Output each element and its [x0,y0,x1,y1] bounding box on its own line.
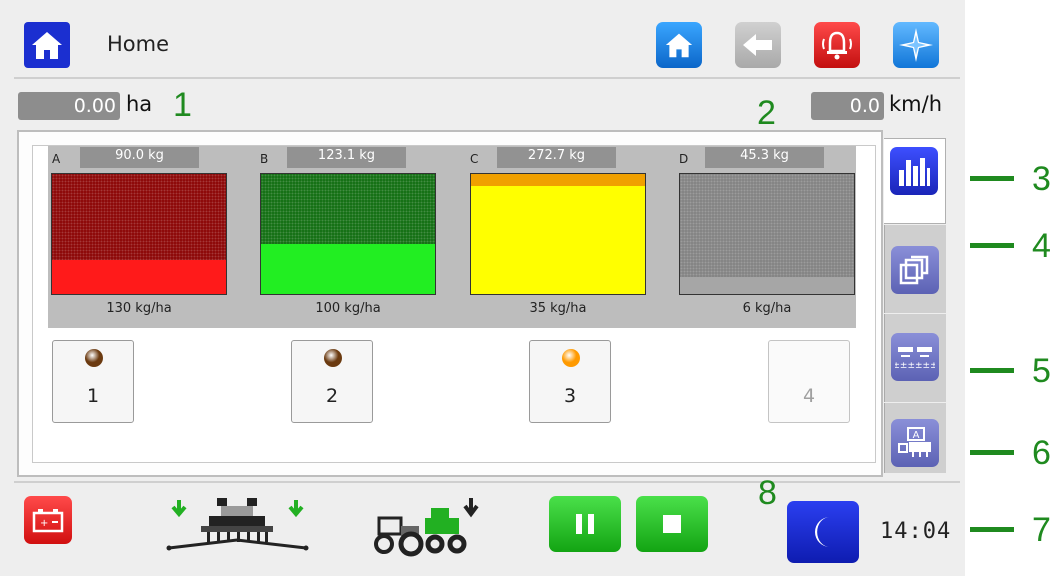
page-title: Home [107,32,170,56]
annotation-line-4 [970,243,1014,248]
copy-pages-tile [891,246,939,294]
annotation-1: 1 [173,86,192,124]
section-button-2[interactable]: 2 [291,340,373,423]
speed-value: 0.0 [811,92,884,120]
tank-rate: 100 kg/ha [315,301,381,316]
section-button-4[interactable]: 4 [768,340,850,423]
screen: Home 0.00 ha 0.0 km/h A 90.0 kg 130 kg/ha B… [0,0,965,576]
svg-text:±±±±±±: ±±±±±± [895,361,935,371]
machine-config-tile: A [891,419,939,467]
header-divider [14,77,960,79]
annotation-2: 2 [757,94,776,132]
gps-button[interactable] [893,22,939,68]
tractor-hopper-icon [374,498,479,557]
annotation-6: 6 [1032,434,1051,472]
speed-unit: km/h [889,92,943,116]
pause-icon [576,514,594,534]
section-number: 2 [325,385,339,407]
bar-chart-tile [890,147,938,195]
tank-weight: 272.7 kg [497,147,616,168]
stop-icon [663,515,681,533]
section-status-led [85,349,103,367]
tank-empty-space [680,174,854,294]
machine-config-icon: A [898,427,931,457]
tank-fill-level [471,186,645,294]
tank-letter: C [470,152,479,166]
clock: 14:04 [880,519,952,544]
seeder-rows-tile: ±±±±±± [891,333,939,381]
battery-icon: + [32,509,64,533]
copy-pages-icon [899,255,929,285]
tank-rate: 6 kg/ha [742,301,792,316]
tank-letter: D [679,152,689,166]
alarm-bell-icon [822,31,852,60]
tab-machine[interactable]: A [884,403,946,473]
seeder-status [165,496,310,560]
section-status-led [324,349,342,367]
tank-weight: 90.0 kg [80,147,199,168]
battery-button[interactable]: + [24,496,72,544]
annotation-5: 5 [1032,352,1051,390]
tab-seeder-rows[interactable]: ±±±±±± [884,314,946,402]
alarm-button[interactable] [814,22,860,68]
section-status-led [562,349,580,367]
tank-letter: B [260,152,269,166]
back-icon [743,34,772,56]
stop-button[interactable] [636,496,708,552]
annotation-8: 8 [758,474,777,512]
pause-button[interactable] [549,496,621,552]
bar-chart-icon [899,158,930,186]
tab-hopper-overview[interactable] [884,138,946,224]
home-icon [665,33,693,58]
night-mode-icon [815,517,830,547]
seeder-icon [166,498,309,551]
annotation-3: 3 [1032,160,1051,198]
svg-text:+: + [40,518,48,529]
tank-rate: 35 kg/ha [529,301,587,316]
annotation-7: 7 [1032,511,1051,549]
section-number: 4 [802,385,816,407]
seeder-rows-icon: ±±±±±± [895,347,935,371]
section-number: 1 [86,385,100,407]
hopper-tank[interactable] [679,173,855,295]
tank-fill-level [680,277,854,294]
annotation-line-7 [970,527,1014,532]
tank-fill-level [52,260,226,294]
hopper-tank[interactable] [51,173,227,295]
tab-documents[interactable] [884,225,946,313]
section-number: 3 [563,385,577,407]
tank-fill-level [261,243,435,294]
tank-rate: 130 kg/ha [106,301,172,316]
area-unit: ha [126,92,153,116]
tank-weight: 123.1 kg [287,147,406,168]
hopper-tank[interactable] [470,173,646,295]
footer-divider [14,481,960,483]
annotation-line-3 [970,176,1014,181]
section-button-3[interactable]: 3 [529,340,611,423]
tractor-status [371,496,483,560]
compass-icon [899,28,933,62]
home-button[interactable] [656,22,702,68]
hopper-tank[interactable] [260,173,436,295]
tank-weight: 45.3 kg [705,147,824,168]
back-button[interactable] [735,22,781,68]
tank-letter: A [52,152,61,166]
svg-text:A: A [913,430,920,441]
annotation-4: 4 [1032,227,1051,265]
home-menu-button[interactable] [24,22,70,68]
house-icon [32,32,62,59]
section-button-1[interactable]: 1 [52,340,134,423]
annotation-line-5 [970,368,1014,373]
night-mode-button[interactable] [787,501,859,563]
annotation-line-6 [970,450,1014,455]
area-value: 0.00 [18,92,120,120]
